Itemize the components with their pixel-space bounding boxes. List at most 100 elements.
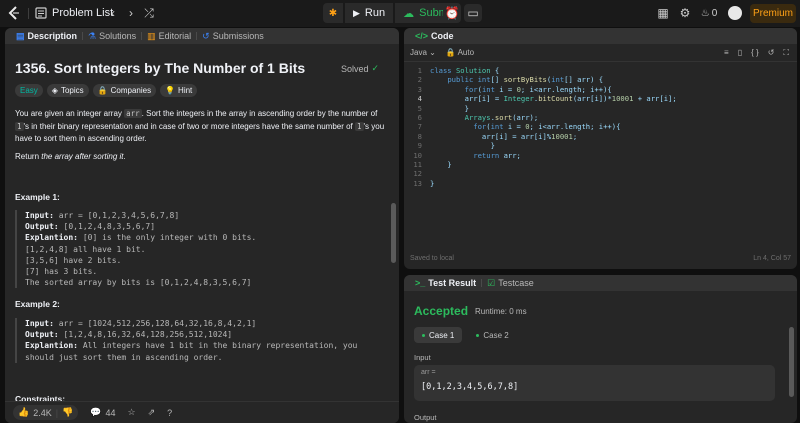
description-icon: ▤: [16, 30, 25, 41]
tab-label: Submissions: [212, 31, 264, 41]
example-2-block: Input: arr = [1024,512,256,128,64,32,16,…: [15, 318, 380, 363]
chip-label: Topics: [60, 86, 84, 95]
problem-title[interactable]: 1356. Sort Integers by The Number of 1 B…: [15, 60, 390, 76]
explanation-line: [1,2,4,8] all have 1 bit.: [25, 244, 146, 254]
description-scrollbar[interactable]: [391, 203, 396, 263]
problem-chips: Easy ◈ Topics 🔒 Companies 💡 Hint: [15, 84, 198, 97]
cursor-position: Ln 4, Col 57: [753, 255, 791, 262]
example-1-block: Input: arr = [0,1,2,3,4,5,6,7,8] Output:…: [15, 210, 380, 289]
run-submit-group: ✱ ▶ Run ☁ Submit: [323, 3, 462, 23]
case-2-tab[interactable]: Case 2: [468, 327, 516, 343]
problem-list-icon[interactable]: [33, 5, 49, 21]
tab-description[interactable]: ▤ Description: [11, 28, 82, 44]
code-editor[interactable]: 1 class Solution { 2 public int[] sortByB…: [404, 66, 797, 246]
explanation-line: The sorted array by bits is [0,1,2,4,8,3…: [25, 278, 252, 288]
example-2-title: Example 2:: [15, 299, 60, 309]
fullscreen-icon[interactable]: ⛶: [783, 48, 789, 58]
input-value: [0,1,2,3,4,5,6,7,8]: [421, 382, 519, 392]
description-footer: 👍 2.4K | 👎 💬 44 ☆ ⇗ ?: [5, 401, 399, 423]
language-label: Java: [410, 48, 427, 57]
tab-solutions[interactable]: ⚗ Solutions: [83, 28, 141, 44]
comments-button[interactable]: 💬 44: [90, 407, 115, 418]
reset-icon[interactable]: ↺: [768, 48, 775, 58]
format-icon[interactable]: ≡: [724, 48, 729, 58]
input-label: Input:: [25, 211, 54, 220]
history-icon: ↺: [202, 30, 210, 41]
description-tabs: ▤ Description ⚗ Solutions ▥ Editorial ↺ …: [5, 28, 399, 44]
fire-icon: ♨: [700, 7, 710, 19]
timer-icon[interactable]: ⏰: [443, 4, 461, 22]
layout-grid-icon[interactable]: ▦: [655, 5, 671, 21]
example-explanation: [0] is the only integer with 0 bits.: [82, 233, 257, 243]
settings-gear-icon[interactable]: ⚙: [677, 5, 693, 21]
hint-chip[interactable]: 💡 Hint: [160, 84, 198, 97]
thumbs-up-icon: 👍: [18, 407, 30, 417]
runtime: Runtime: 0 ms: [475, 307, 527, 316]
tab-test-result[interactable]: >_ Test Result: [410, 275, 481, 291]
streak-counter[interactable]: ♨ 0: [698, 5, 720, 21]
like-button[interactable]: 👍 2.4K | 👎: [13, 405, 79, 420]
tab-label: Solutions: [99, 31, 137, 41]
help-icon[interactable]: ?: [167, 408, 172, 418]
tab-submissions[interactable]: ↺ Submissions: [197, 28, 269, 44]
streak-count: 0: [711, 7, 718, 19]
tab-editorial[interactable]: ▥ Editorial: [142, 28, 196, 44]
debug-button[interactable]: ✱: [323, 3, 343, 23]
example-output: [1,2,4,8,16,32,64,128,256,512,1024]: [63, 330, 233, 340]
tag-icon: ◈: [51, 86, 58, 95]
problem-statement: You are given an integer array arr. Sort…: [15, 108, 385, 146]
thumbs-down-icon: 👎: [62, 407, 74, 417]
bug-icon: ✱: [328, 7, 338, 19]
tab-label: Editorial: [158, 31, 192, 41]
test-scrollbar[interactable]: [789, 327, 794, 397]
leetcode-logo-icon[interactable]: [6, 5, 22, 21]
problem-list-link[interactable]: Problem List: [52, 7, 113, 19]
premium-button[interactable]: Premium: [750, 4, 796, 23]
notes-icon[interactable]: ▭: [464, 4, 482, 22]
explanation-line: [7] has 3 bits.: [25, 267, 98, 277]
bookmark-icon[interactable]: ▯: [738, 48, 742, 58]
example-1-title: Example 1:: [15, 192, 60, 202]
braces-icon[interactable]: { }: [751, 48, 759, 58]
avatar[interactable]: [728, 6, 742, 20]
shuffle-icon[interactable]: ⤮: [141, 5, 157, 21]
case-tabs: Case 1 Case 2: [414, 327, 517, 343]
next-problem-icon[interactable]: ›: [123, 5, 139, 21]
tab-testcase[interactable]: ☑ Testcase: [482, 275, 539, 291]
share-icon[interactable]: ⇗: [148, 407, 156, 418]
auto-mode[interactable]: 🔒 Auto: [446, 48, 474, 57]
inline-code: arr: [124, 109, 142, 118]
language-select[interactable]: Java ⌄: [410, 48, 436, 57]
case-label: Case 2: [483, 330, 509, 340]
tab-label: Description: [27, 31, 78, 41]
star-icon[interactable]: ☆: [128, 407, 136, 418]
tab-code[interactable]: </> Code: [410, 28, 459, 44]
test-result-panel: >_ Test Result ☑ Testcase Accepted Runti…: [404, 275, 797, 423]
companies-chip[interactable]: 🔒 Companies: [92, 84, 157, 97]
tab-label: Testcase: [498, 278, 534, 288]
divider: [28, 8, 29, 19]
chevron-down-icon: ⌄: [429, 48, 436, 57]
variable-name: arr =: [421, 369, 436, 376]
chip-label: Companies: [110, 86, 152, 95]
book-icon: ▥: [147, 30, 156, 41]
prev-problem-icon[interactable]: ‹: [105, 5, 121, 21]
code-toolbar: Java ⌄ 🔒 Auto ≡ ▯ { } ↺ ⛶: [404, 44, 797, 62]
code-brackets-icon: </>: [415, 31, 429, 41]
code-panel: </> Code Java ⌄ 🔒 Auto ≡ ▯ { } ↺ ⛶ 1 clas…: [404, 28, 797, 269]
example-input: arr = [0,1,2,3,4,5,6,7,8]: [58, 211, 180, 220]
run-button[interactable]: ▶ Run: [345, 3, 394, 23]
explanation-label: Explantion:: [25, 341, 78, 351]
tab-label: Test Result: [428, 278, 477, 288]
editor-status-bar: Saved to local Ln 4, Col 57: [410, 255, 791, 262]
statement-text: 's in their binary representation and in…: [23, 121, 355, 131]
explanation-line: [3,5,6] have 2 bits.: [25, 255, 122, 265]
output-label: Output:: [25, 222, 59, 232]
code-tabs: </> Code: [404, 28, 797, 44]
topics-chip[interactable]: ◈ Topics: [46, 84, 89, 97]
case-1-tab[interactable]: Case 1: [414, 327, 463, 343]
output-label: Output: [414, 413, 437, 422]
editor-actions: ≡ ▯ { } ↺ ⛶: [724, 48, 797, 58]
statement-text: . Sort the integers in the array in asce…: [141, 109, 378, 118]
return-statement: Return the array after sorting it.: [15, 151, 385, 164]
